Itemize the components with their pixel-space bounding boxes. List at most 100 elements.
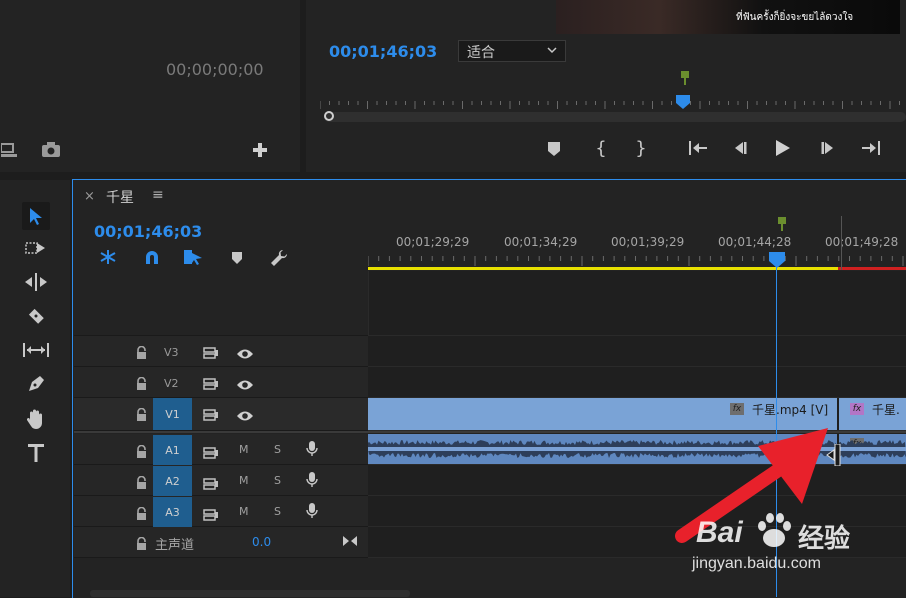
panel-menu-icon[interactable]: ≡ [152,187,164,203]
export-frame-icon[interactable] [0,140,20,160]
program-marker-icon[interactable] [680,70,690,85]
track-header-v3[interactable] [74,336,368,367]
paw-icon [758,513,791,547]
ruler-label: 00;01;34;29 [504,235,578,249]
step-back-icon[interactable] [730,138,750,158]
track-header-master[interactable] [74,527,368,558]
camera-icon[interactable] [40,140,62,160]
track-header-a1[interactable] [74,434,368,465]
chevron-down-icon [547,47,557,54]
work-area-bar[interactable] [368,267,838,270]
sync-lock-icon[interactable] [203,506,219,525]
mute-button[interactable]: M [239,474,249,487]
lock-icon[interactable] [136,406,147,425]
step-forward-icon[interactable] [818,138,838,158]
program-monitor-panel: ที่ฟันครั้งก็ยิ่งจะขยไล้ดวงใจ 00;01;46;0… [306,0,906,172]
source-monitor-panel: 00;00;00;00 [0,0,300,172]
pen-tool-icon[interactable] [22,372,50,396]
zoom-select[interactable]: 适合 [458,40,566,62]
go-to-next-icon[interactable] [342,532,358,551]
play-icon[interactable] [772,137,794,159]
audio-clip-a1-next[interactable]: fx [839,434,906,464]
lock-icon[interactable] [136,474,147,493]
fx-badge: fx [850,403,864,415]
type-tool-icon[interactable] [22,440,50,466]
timeline-close-icon[interactable]: × [84,189,95,204]
ruler-label: 00;01;44;28 [718,235,792,249]
add-marker-timeline-icon[interactable] [228,250,246,266]
video-subtitle: ที่ฟันครั้งก็ยิ่งจะขยไล้ดวงใจ [736,12,854,23]
track-header-v2[interactable] [74,367,368,398]
go-to-in-icon[interactable] [686,138,710,158]
mark-out-icon[interactable]: } [633,138,649,159]
source-timecode[interactable]: 00;00;00;00 [166,60,264,79]
program-ruler[interactable] [319,96,906,109]
track-select-tool-icon[interactable] [22,236,50,260]
sequence-tab-title[interactable]: 千星 [106,187,134,207]
track-target-a1[interactable]: A1 [153,435,192,465]
solo-button[interactable]: S [274,474,281,487]
ripple-edit-tool-icon[interactable] [22,270,50,294]
track-header-a3[interactable] [74,496,368,527]
master-volume-value[interactable]: 0.0 [252,535,271,549]
track-lane-v2[interactable] [368,367,906,398]
selection-tool-icon[interactable] [22,202,50,230]
hand-tool-icon[interactable] [22,406,50,432]
track-target-a3[interactable]: A3 [153,497,192,527]
track-lane-v3[interactable] [368,336,906,367]
mute-button[interactable]: M [239,505,249,518]
sync-lock-icon[interactable] [203,375,219,394]
video-clip-v1-next[interactable]: fx 千星. [839,398,906,430]
lock-icon[interactable] [136,344,147,363]
eye-icon[interactable] [236,407,254,426]
microphone-icon[interactable] [306,472,318,492]
slip-tool-icon[interactable] [20,338,52,362]
lock-icon[interactable] [136,375,147,394]
lock-icon[interactable] [136,535,147,554]
timeline-marker-icon[interactable] [777,216,787,231]
fx-badge: fx [730,403,744,415]
wrench-settings-icon[interactable] [268,248,290,268]
ruler-label: 00;01;49;28 [825,235,899,249]
lock-icon[interactable] [136,505,147,524]
sync-lock-icon[interactable] [203,406,219,425]
scrollbar-handle[interactable] [324,111,334,121]
solo-button[interactable]: S [274,505,281,518]
track-target-v1[interactable]: V1 [153,398,192,430]
mute-button[interactable]: M [239,443,249,456]
solo-button[interactable]: S [274,443,281,456]
sync-lock-icon[interactable] [203,344,219,363]
lock-icon[interactable] [136,443,147,462]
razor-tool-icon[interactable] [22,304,50,328]
watermark-text: Bai [696,516,743,549]
track-header-v1[interactable] [74,398,368,431]
render-bar-red [838,267,906,270]
add-button-icon[interactable] [250,140,270,160]
program-playhead-icon[interactable] [676,94,690,109]
microphone-icon[interactable] [306,503,318,523]
sync-lock-icon[interactable] [203,475,219,494]
timeline-playhead-icon[interactable] [769,252,785,268]
timeline-bottom-scrollbar[interactable] [90,590,410,597]
track-label-v2: V2 [164,377,179,390]
eye-icon[interactable] [236,345,254,364]
linked-selection-icon[interactable] [182,248,204,266]
timeline-timecode[interactable]: 00;01;46;03 [94,222,202,241]
ruler-label: 00;01;39;29 [611,235,685,249]
snap-nested-icon[interactable] [98,248,118,266]
eye-icon[interactable] [236,376,254,395]
snap-magnet-icon[interactable] [142,248,162,266]
video-frame: ที่ฟันครั้งก็ยิ่งจะขยไล้ดวงใจ [556,0,900,34]
sync-lock-icon[interactable] [203,444,219,463]
track-label-v3: V3 [164,346,179,359]
mark-in-icon[interactable]: { [593,138,609,159]
watermark-jingyan: 经验 [798,524,851,554]
add-marker-icon[interactable] [546,140,562,158]
track-header-a2[interactable] [74,465,368,496]
master-track-label: 主声道 [155,538,195,553]
microphone-icon[interactable] [306,441,318,461]
program-timecode[interactable]: 00;01;46;03 [329,42,437,61]
go-to-out-icon[interactable] [859,138,883,158]
program-zoom-scrollbar[interactable] [324,111,906,122]
track-target-a2[interactable]: A2 [153,466,192,496]
